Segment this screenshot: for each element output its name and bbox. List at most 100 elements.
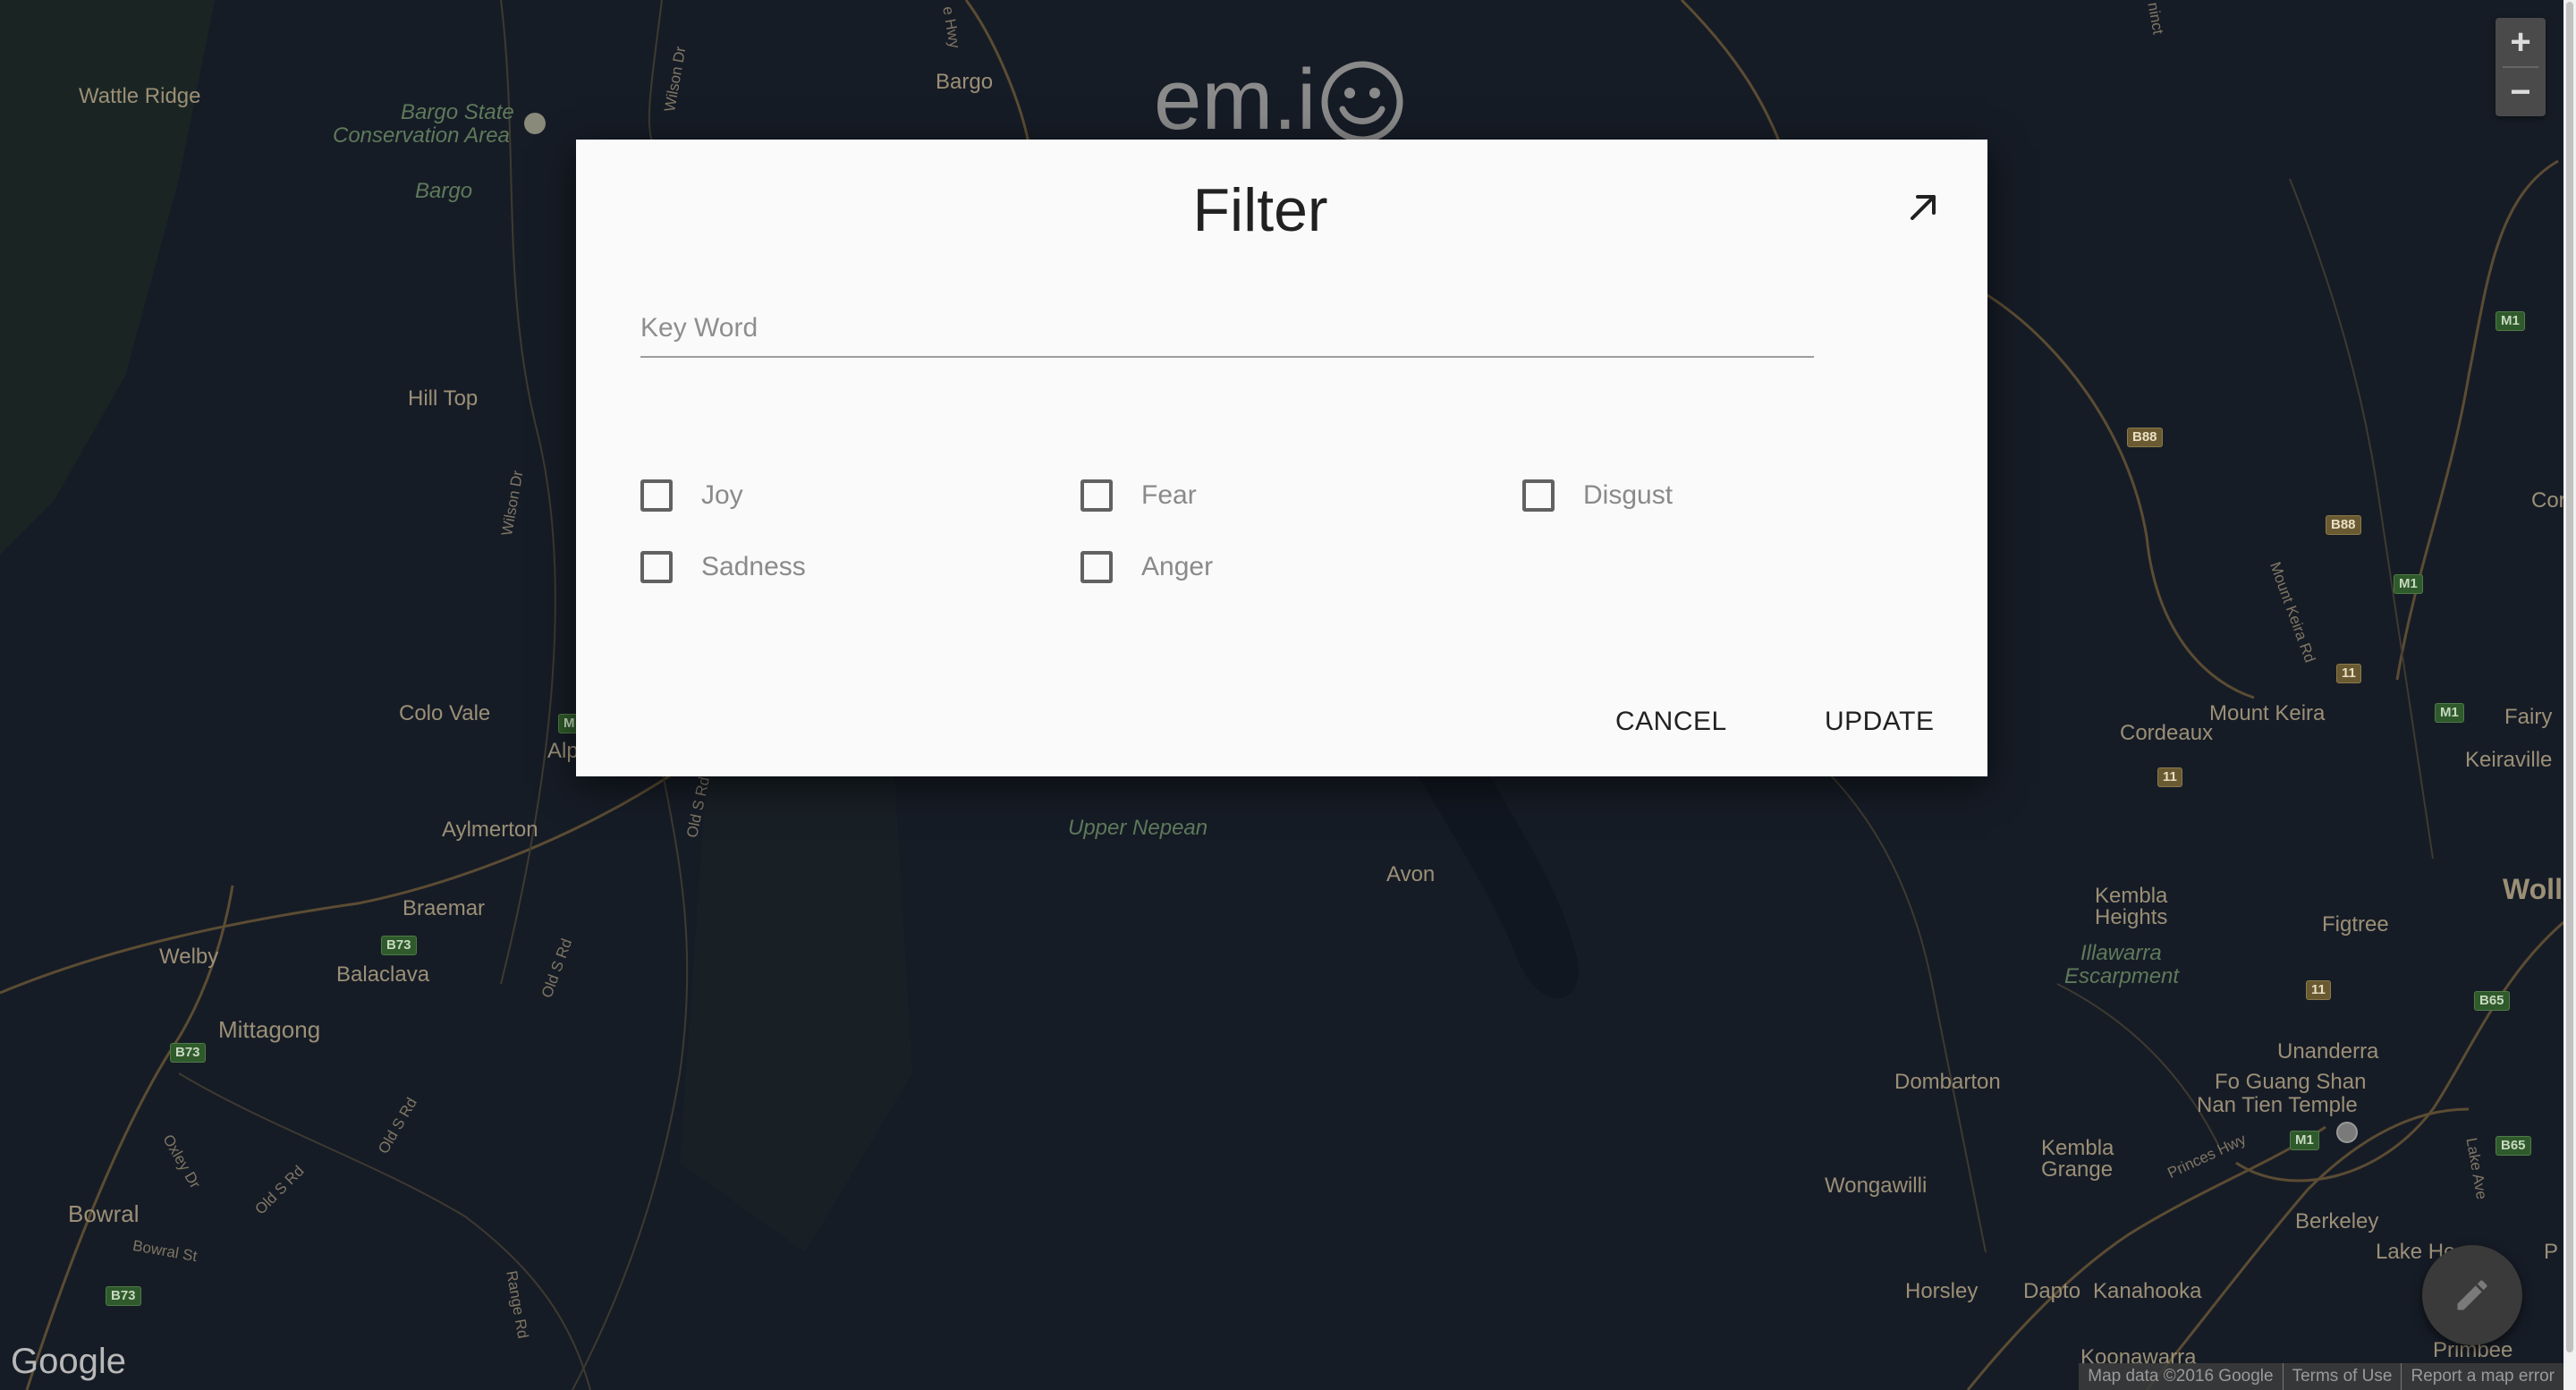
route-shield: B73	[170, 1043, 206, 1063]
checkbox-disgust[interactable]: Disgust	[1522, 479, 1673, 512]
road	[1987, 293, 2255, 699]
road-minor	[2289, 178, 2434, 860]
route-shield: 11	[2157, 767, 2182, 787]
map-label: Alp	[547, 739, 579, 763]
road-minor	[648, 0, 663, 144]
map-label: Heights	[2095, 905, 2168, 929]
route-shield: 11	[2306, 980, 2331, 1000]
map-label: Hill Top	[408, 386, 479, 411]
route-shield: B73	[381, 936, 417, 955]
map-label: Upper Nepean	[1068, 816, 1208, 840]
map-label: Mittagong	[218, 1016, 321, 1043]
terrain-patch	[0, 0, 215, 555]
checkbox-joy[interactable]: Joy	[640, 479, 743, 512]
map-label: Fairy	[2504, 705, 2553, 729]
map-label: Nan Tien Temple	[2197, 1093, 2358, 1117]
map-label: Cordeaux	[2120, 721, 2214, 745]
checkbox-anger[interactable]: Anger	[1080, 551, 1213, 583]
dialog-title: Filter	[1192, 176, 1328, 244]
zoom-out-button[interactable]: −	[2496, 68, 2546, 116]
park-icon	[524, 113, 546, 134]
filter-dialog: Filter Joy Fear Disgust Sadness	[576, 140, 1987, 776]
checkbox-sadness[interactable]: Sadness	[640, 551, 806, 583]
map-label: Wongawilli	[1825, 1174, 1928, 1198]
map-label: Welby	[159, 945, 219, 969]
road-minor	[572, 768, 689, 1390]
checkbox-box[interactable]	[1080, 551, 1113, 583]
map-label: Unanderra	[2277, 1039, 2379, 1064]
cancel-button[interactable]: CANCEL	[1601, 694, 1741, 750]
app-logo-text: em.i	[1154, 52, 1317, 148]
map-label: Dapto	[2023, 1279, 2081, 1303]
expand-button[interactable]	[1898, 182, 1948, 233]
route-shield: M1	[2394, 574, 2423, 594]
route-shield: B65	[2496, 1136, 2531, 1156]
checkbox-box[interactable]	[640, 479, 673, 512]
checkbox-label: Fear	[1141, 480, 1197, 510]
checkbox-box[interactable]	[640, 551, 673, 583]
page-scrollbar[interactable]	[2563, 0, 2576, 1390]
map-label: Colo Vale	[399, 701, 491, 725]
map-label: Woll	[2503, 873, 2563, 905]
map-label: Kembla	[2041, 1136, 2114, 1160]
road	[1680, 0, 1782, 144]
checkbox-box[interactable]	[1522, 479, 1555, 512]
map-label: P	[2544, 1240, 2559, 1264]
map-label: Avon	[1386, 862, 1436, 886]
map-label: Conservation Area	[333, 123, 510, 148]
map-label: Figtree	[2322, 912, 2389, 937]
report-map-error-link[interactable]: Report a map error	[2401, 1363, 2563, 1390]
update-button[interactable]: UPDATE	[1810, 694, 1948, 750]
map-zoom-control: + −	[2496, 18, 2546, 116]
route-shield: M1	[2435, 703, 2464, 723]
map-label: Cor	[2531, 488, 2566, 513]
road-minor	[2056, 983, 2219, 1146]
map-label: Horsley	[1905, 1279, 1979, 1303]
map-label: Grange	[2041, 1157, 2114, 1182]
map-label: Berkeley	[2295, 1209, 2379, 1233]
map-label: Keiraville	[2465, 748, 2553, 772]
pencil-icon	[2457, 1280, 2487, 1310]
map-label: Balaclava	[336, 962, 430, 987]
route-shield: M1	[2496, 311, 2525, 331]
map-label: Wattle Ridge	[79, 84, 201, 108]
map-label: Bargo	[936, 70, 994, 94]
checkbox-box[interactable]	[1080, 479, 1113, 512]
edit-fab-button[interactable]	[2422, 1245, 2522, 1345]
map-data-credit: Map data ©2016 Google	[2088, 1367, 2274, 1386]
route-shield: M1	[2290, 1131, 2319, 1150]
arrow-up-right-icon	[1911, 195, 1936, 220]
map-attribution: Map data ©2016 Google Terms of Use Repor…	[2079, 1363, 2563, 1390]
map-label: Mount Keira	[2209, 701, 2326, 725]
checkbox-fear[interactable]: Fear	[1080, 479, 1197, 512]
map-label: Bargo	[415, 179, 473, 203]
keyword-field	[640, 301, 1814, 358]
zoom-in-button[interactable]: +	[2496, 18, 2546, 66]
route-shield: B73	[106, 1286, 141, 1306]
app-logo: em.i	[1154, 55, 1405, 145]
map-label: Kembla	[2095, 884, 2168, 908]
app-screen: Wattle Ridge Bargo State Conservation Ar…	[0, 0, 2576, 1390]
checkbox-label: Joy	[701, 480, 743, 510]
road	[2395, 159, 2559, 681]
map-label: Braemar	[402, 896, 486, 920]
map-label: Escarpment	[2064, 964, 2180, 988]
map-label: Bowral	[68, 1200, 140, 1227]
checkbox-label: Disgust	[1583, 480, 1674, 510]
route-shield: B88	[2326, 515, 2361, 535]
terms-of-use-link[interactable]: Terms of Use	[2282, 1363, 2402, 1390]
map-label: Kanahooka	[2093, 1279, 2202, 1303]
checkbox-label: Anger	[1141, 552, 1214, 581]
route-shield: B65	[2474, 991, 2510, 1011]
map-label: Fo Guang Shan	[2215, 1070, 2367, 1094]
road-minor	[178, 1072, 591, 1390]
keyword-input[interactable]	[640, 301, 1814, 358]
map-label: Aylmerton	[442, 818, 538, 842]
route-shield: B88	[2127, 428, 2163, 447]
scrollbar-thumb[interactable]	[2566, 2, 2573, 1352]
route-shield: 11	[2336, 664, 2361, 683]
map-label: Illawarra	[2080, 941, 2162, 965]
map-label: Bargo State	[401, 100, 514, 124]
google-logo[interactable]: Google	[11, 1342, 126, 1382]
map-label: Dombarton	[1894, 1070, 2001, 1094]
